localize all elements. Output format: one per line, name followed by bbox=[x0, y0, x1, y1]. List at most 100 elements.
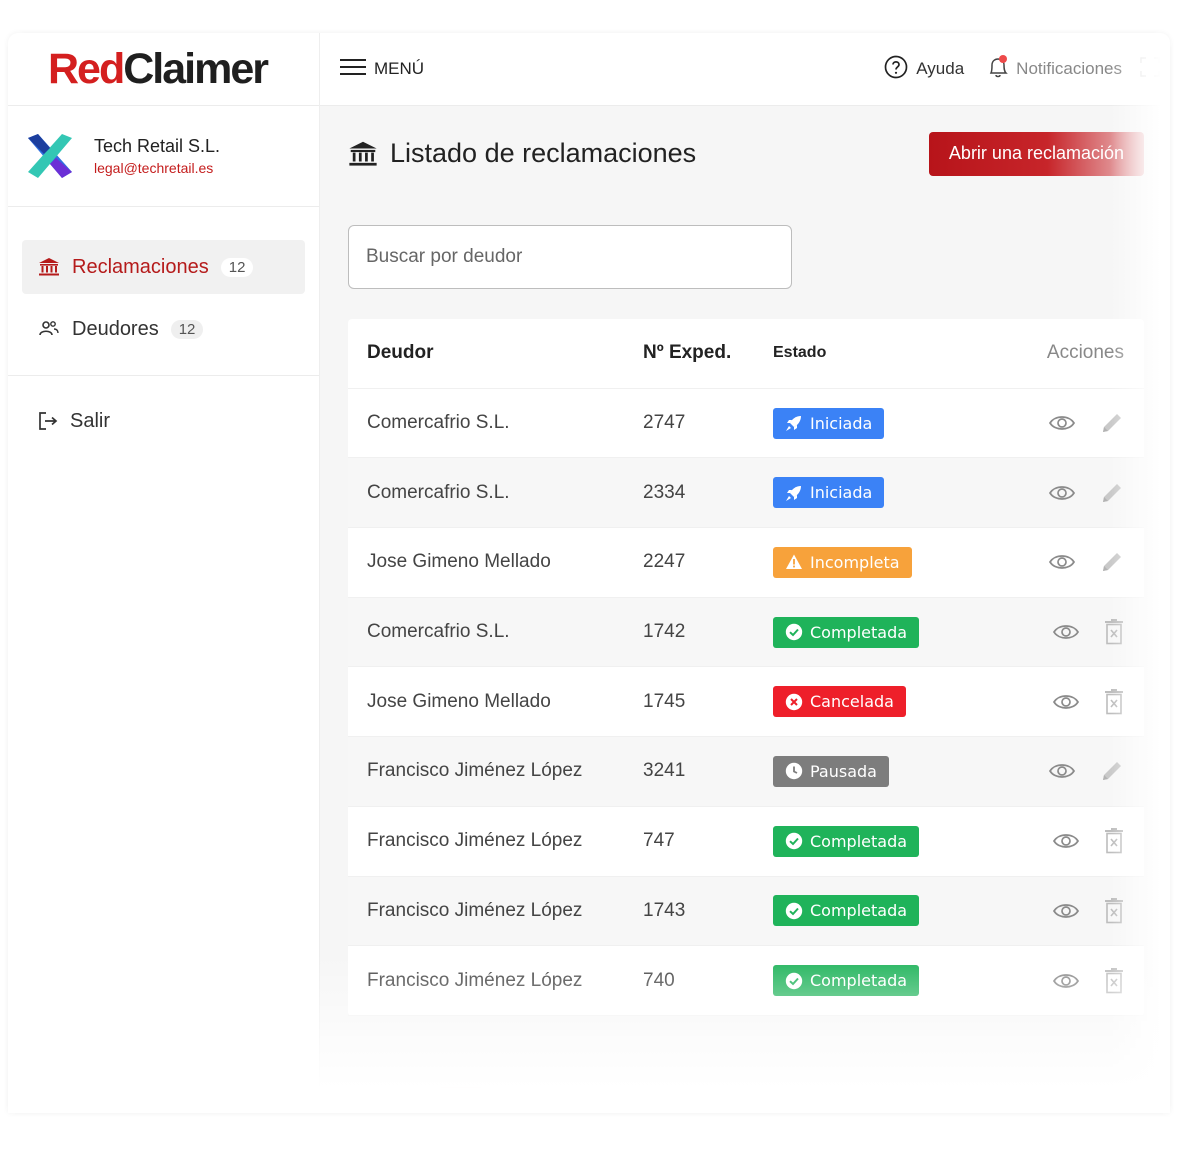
delete-icon[interactable] bbox=[1104, 897, 1124, 924]
eye-icon[interactable] bbox=[1048, 483, 1076, 503]
cell-acciones bbox=[1003, 688, 1144, 715]
cell-exped: 2747 bbox=[643, 412, 686, 434]
sidebar-item-reclamaciones[interactable]: Reclamaciones 12 bbox=[22, 240, 305, 294]
cell-estado: Completada bbox=[773, 616, 1003, 648]
app-window: Red Claimer Tech Retail S.L. legal@techre… bbox=[8, 33, 1170, 1113]
company-logo-icon bbox=[28, 134, 72, 178]
edit-icon[interactable] bbox=[1100, 759, 1124, 783]
cell-acciones bbox=[1003, 967, 1144, 994]
pagination: Anterior 1 2 3 Siguiente bbox=[348, 1087, 667, 1113]
status-label: Iniciada bbox=[810, 413, 873, 433]
cell-estado: Pausada bbox=[773, 755, 1003, 787]
notifications-button[interactable]: Notificaciones bbox=[986, 54, 1122, 85]
brand-part-red: Red bbox=[48, 44, 125, 93]
warning-icon bbox=[785, 553, 803, 571]
status-label: Completada bbox=[810, 831, 908, 851]
table-row[interactable]: Jose Gimeno Mellado 1745 Cancelada bbox=[348, 667, 1144, 738]
prev-page-button[interactable]: Anterior bbox=[348, 1087, 442, 1113]
header-deudor[interactable]: Deudor bbox=[348, 342, 643, 364]
eye-icon[interactable] bbox=[1052, 622, 1080, 642]
menu-label: MENÚ bbox=[374, 59, 425, 78]
cell-exped: 2247 bbox=[643, 551, 686, 573]
table-row[interactable]: Francisco Jiménez López 3241 Pausada bbox=[348, 737, 1144, 807]
eye-icon[interactable] bbox=[1052, 901, 1080, 921]
table-row[interactable]: Francisco Jiménez López 1743 Completada bbox=[348, 876, 1144, 947]
delete-icon[interactable] bbox=[1104, 619, 1124, 645]
logout-label: Salir bbox=[70, 409, 111, 432]
status-label: Incompleta bbox=[810, 552, 900, 572]
table-row[interactable]: Comercafrio S.L. 2747 Iniciada bbox=[348, 389, 1144, 459]
check-circle-icon bbox=[785, 902, 803, 920]
table-row[interactable]: Comercafrio S.L. 2334 Iniciada bbox=[348, 458, 1144, 529]
table-row[interactable]: Jose Gimeno Mellado 2247 Incompleta bbox=[348, 528, 1144, 598]
logout-link[interactable]: Salir bbox=[8, 376, 319, 466]
main-content: Listado de reclamaciones Abrir una recla… bbox=[348, 106, 1170, 1113]
table-row[interactable]: Francisco Jiménez López 747 Completada bbox=[348, 807, 1144, 877]
sidebar-item-label: Deudores bbox=[72, 317, 159, 340]
menu-button[interactable]: MENÚ bbox=[340, 58, 424, 81]
status-label: Cancelada bbox=[810, 692, 894, 712]
eye-icon[interactable] bbox=[1048, 761, 1076, 781]
eye-icon[interactable] bbox=[1052, 971, 1080, 991]
header-acciones: Acciones bbox=[1046, 342, 1124, 364]
sidebar-nav: Reclamaciones 12 Deudores 12 bbox=[8, 207, 319, 376]
fullscreen-icon[interactable] bbox=[1140, 56, 1160, 82]
open-claim-button[interactable]: Abrir una reclamación bbox=[928, 131, 1144, 176]
cell-deudor: Jose Gimeno Mellado bbox=[367, 551, 551, 573]
table-body: Comercafrio S.L. 2747 Iniciada Comercafrio … bbox=[348, 389, 1144, 1016]
header-estado[interactable]: Estado bbox=[773, 344, 1003, 362]
status-label: Iniciada bbox=[810, 483, 873, 503]
cell-deudor: Jose Gimeno Mellado bbox=[367, 690, 551, 712]
eye-icon[interactable] bbox=[1052, 831, 1080, 851]
next-page-button[interactable]: Siguiente bbox=[561, 1087, 667, 1113]
cell-deudor: Francisco Jiménez López bbox=[367, 969, 583, 991]
table-row[interactable]: Francisco Jiménez López 740 Completada bbox=[348, 946, 1144, 1016]
status-label: Completada bbox=[810, 901, 908, 921]
company-card: Tech Retail S.L. legal@techretail.es bbox=[8, 106, 319, 207]
edit-icon[interactable] bbox=[1100, 550, 1124, 574]
rocket-icon bbox=[785, 484, 803, 502]
eye-icon[interactable] bbox=[1048, 413, 1076, 433]
status-badge: Iniciada bbox=[773, 477, 885, 509]
logout-icon bbox=[38, 411, 58, 431]
status-badge: Pausada bbox=[773, 755, 889, 787]
edit-icon[interactable] bbox=[1100, 481, 1124, 505]
cell-acciones bbox=[1003, 411, 1144, 435]
status-badge: Completada bbox=[773, 616, 920, 648]
cell-acciones bbox=[1003, 828, 1144, 854]
sidebar-item-label: Reclamaciones bbox=[72, 255, 209, 278]
title-row: Listado de reclamaciones Abrir una recla… bbox=[348, 106, 1170, 201]
cell-exped: 740 bbox=[643, 969, 675, 991]
search-input[interactable] bbox=[348, 225, 792, 289]
page-button[interactable]: 1 bbox=[441, 1087, 482, 1113]
delete-icon[interactable] bbox=[1104, 967, 1124, 994]
cell-estado: Incompleta bbox=[773, 546, 1003, 578]
count-badge: 12 bbox=[220, 257, 254, 277]
cell-estado: Iniciada bbox=[773, 407, 1003, 439]
page-button[interactable]: 3 bbox=[521, 1087, 562, 1113]
cell-deudor: Francisco Jiménez López bbox=[367, 899, 583, 921]
check-circle-icon bbox=[785, 623, 803, 641]
cell-estado: Completada bbox=[773, 895, 1003, 927]
delete-icon[interactable] bbox=[1104, 828, 1124, 854]
top-bar: MENÚ Ayuda Notificaciones bbox=[320, 33, 1170, 106]
status-badge: Completada bbox=[773, 895, 920, 927]
cell-exped: 747 bbox=[643, 830, 675, 852]
status-badge: Completada bbox=[773, 965, 920, 997]
brand-logo[interactable]: Red Claimer bbox=[8, 33, 319, 106]
header-exped[interactable]: Nº Exped. bbox=[643, 342, 773, 364]
eye-icon[interactable] bbox=[1048, 552, 1076, 572]
sidebar-item-deudores[interactable]: Deudores 12 bbox=[22, 302, 305, 356]
top-actions: Ayuda Notificaciones bbox=[884, 54, 1160, 85]
cell-deudor: Comercafrio S.L. bbox=[367, 412, 510, 434]
eye-icon[interactable] bbox=[1052, 692, 1080, 712]
edit-icon[interactable] bbox=[1100, 411, 1124, 435]
company-email: legal@techretail.es bbox=[94, 160, 214, 176]
help-button[interactable]: Ayuda bbox=[884, 55, 964, 84]
table-row[interactable]: Comercafrio S.L. 1742 Completada bbox=[348, 597, 1144, 668]
sidebar: Red Claimer Tech Retail S.L. legal@techre… bbox=[8, 33, 320, 1113]
cell-acciones bbox=[1003, 619, 1144, 645]
page-button[interactable]: 2 bbox=[481, 1087, 522, 1113]
company-name: Tech Retail S.L. bbox=[94, 136, 221, 156]
delete-icon[interactable] bbox=[1104, 688, 1124, 715]
